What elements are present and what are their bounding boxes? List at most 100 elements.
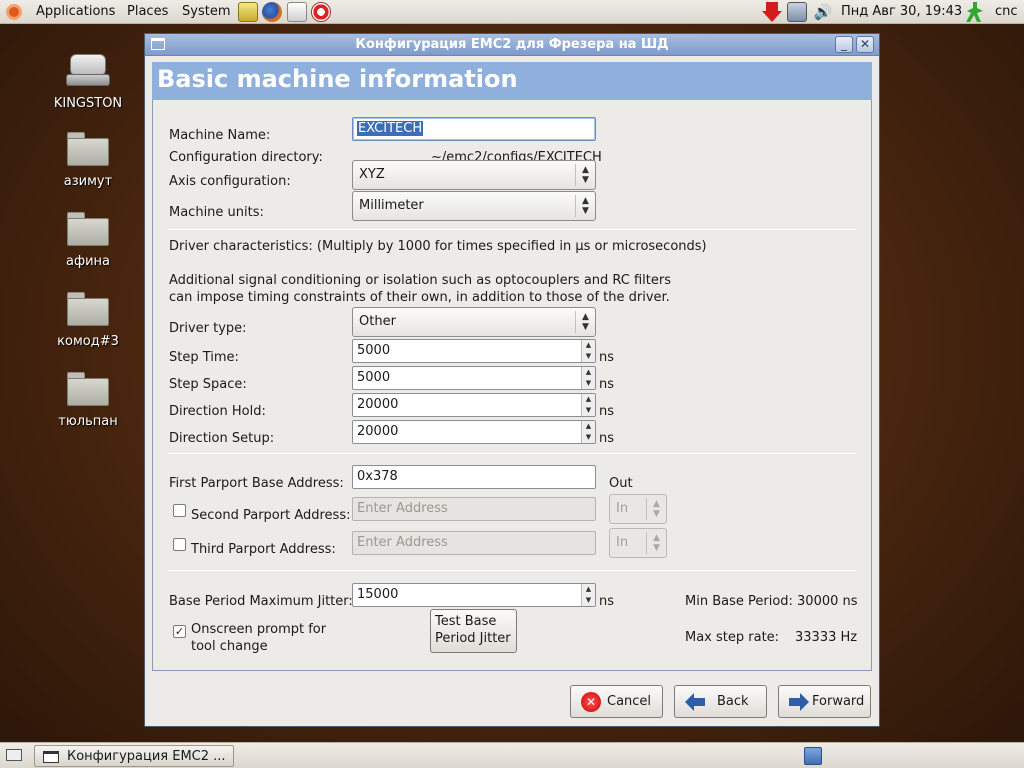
forward-arrow-icon xyxy=(789,693,809,711)
cancel-label: Cancel xyxy=(607,694,652,709)
desktop-icon-azimut[interactable]: азимут xyxy=(43,132,133,189)
user-switch-icon[interactable] xyxy=(966,2,983,22)
spin-arrows-icon[interactable]: ▲ ▼ xyxy=(581,421,595,443)
combo-arrows-icon: ▲ ▼ xyxy=(575,164,595,186)
user-name[interactable]: cnc xyxy=(995,4,1018,19)
config-dir-label: Configuration directory: xyxy=(169,150,323,165)
axis-config-combo[interactable]: XYZ ▲ ▼ xyxy=(352,160,596,190)
driver-type-value: Other xyxy=(359,314,396,329)
test-jitter-button[interactable]: Test Base Period Jitter xyxy=(430,609,517,653)
test-jitter-label-1: Test Base xyxy=(435,614,497,629)
spin-arrows-icon[interactable]: ▲ ▼ xyxy=(581,584,595,606)
onscreen-prompt-label-1: Onscreen prompt for xyxy=(191,622,327,637)
separator xyxy=(168,229,856,230)
jitter-spin[interactable]: 15000 ▲ ▼ xyxy=(352,583,596,607)
driver-type-combo[interactable]: Other ▲ ▼ xyxy=(352,307,596,337)
show-desktop-icon[interactable] xyxy=(6,749,22,761)
direction-hold-value: 20000 xyxy=(357,397,399,412)
network-icon[interactable] xyxy=(787,2,807,22)
minimize-button[interactable]: _ xyxy=(835,36,853,53)
close-button[interactable]: ✕ xyxy=(856,36,874,53)
desktop-icon-kingston[interactable]: KINGSTON xyxy=(43,54,133,111)
window-icon xyxy=(43,751,59,763)
forward-button[interactable]: Forward xyxy=(778,685,871,718)
parport3-label: Third Parport Address: xyxy=(191,542,336,557)
combo-arrows-icon: ▲ ▼ xyxy=(646,498,666,520)
direction-setup-value: 20000 xyxy=(357,424,399,439)
drive-icon xyxy=(66,54,110,88)
firefox-icon[interactable] xyxy=(262,2,282,22)
mail-icon[interactable] xyxy=(287,2,307,22)
desktop-icon-afina[interactable]: афина xyxy=(43,212,133,269)
direction-hold-spin[interactable]: 20000 ▲ ▼ xyxy=(352,393,596,417)
taskbar-window-label: Конфигурация EMC2 ... xyxy=(67,749,226,764)
min-base-period: Min Base Period: 30000 ns xyxy=(685,594,858,609)
unit-label: ns xyxy=(599,350,615,365)
places-menu[interactable]: Places xyxy=(127,4,168,19)
signal-note-line-2: can impose timing constraints of their o… xyxy=(169,290,670,305)
desktop-icon-komod[interactable]: комод#3 xyxy=(43,292,133,349)
folder-icon xyxy=(67,212,109,246)
driver-characteristics-text: Driver characteristics: (Multiply by 100… xyxy=(169,239,707,254)
machine-units-value: Millimeter xyxy=(359,198,424,213)
parport3-input[interactable]: Enter Address xyxy=(352,531,596,555)
bottom-panel: Конфигурация EMC2 ... xyxy=(0,742,1024,768)
content-panel: Machine Name: EXCITECH Configuration dir… xyxy=(152,100,872,671)
machine-name-label: Machine Name: xyxy=(169,128,271,143)
parport1-input[interactable]: 0x378 xyxy=(352,465,596,489)
parport2-direction-value: In xyxy=(616,501,629,516)
desktop-icon-label: KINGSTON xyxy=(53,96,123,111)
parport2-checkbox[interactable] xyxy=(173,504,186,517)
direction-setup-spin[interactable]: 20000 ▲ ▼ xyxy=(352,420,596,444)
taskbar-window-button[interactable]: Конфигурация EMC2 ... xyxy=(34,745,234,767)
unit-label: ns xyxy=(599,431,615,446)
update-notifier-icon[interactable] xyxy=(762,2,782,22)
desktop-icon-label: афина xyxy=(66,254,110,269)
emc2-config-window: Конфигурация EMC2 для Фрезера на ШД _ ✕ … xyxy=(144,33,880,727)
window-titlebar[interactable]: Конфигурация EMC2 для Фрезера на ШД _ ✕ xyxy=(145,34,879,56)
step-time-spin[interactable]: 5000 ▲ ▼ xyxy=(352,339,596,363)
desktop-icon-tyulpan[interactable]: тюльпан xyxy=(43,372,133,429)
desktop-icon-label: азимут xyxy=(63,174,113,189)
top-panel: Applications Places System 🔊 Пнд Авг 30,… xyxy=(0,0,1024,24)
combo-arrows-icon: ▲ ▼ xyxy=(575,311,595,333)
ubuntu-logo-icon[interactable] xyxy=(6,4,22,20)
machine-units-combo[interactable]: Millimeter ▲ ▼ xyxy=(352,191,596,221)
parport3-direction-combo[interactable]: In ▲ ▼ xyxy=(609,528,667,558)
parport3-placeholder: Enter Address xyxy=(357,535,448,550)
system-menu[interactable]: System xyxy=(182,4,230,19)
combo-arrows-icon: ▲ ▼ xyxy=(646,532,666,554)
desktop-icon-label: тюльпан xyxy=(58,414,118,429)
onscreen-prompt-checkbox[interactable]: ✓ xyxy=(173,625,186,638)
spin-arrows-icon[interactable]: ▲ ▼ xyxy=(581,367,595,389)
direction-hold-label: Direction Hold: xyxy=(169,404,266,419)
direction-setup-label: Direction Setup: xyxy=(169,431,275,446)
text-editor-launcher-icon[interactable] xyxy=(238,2,258,22)
driver-type-label: Driver type: xyxy=(169,321,247,336)
clock[interactable]: Пнд Авг 30, 19:43 xyxy=(841,4,962,19)
unit-label: ns xyxy=(599,404,615,419)
cancel-button[interactable]: ✕ Cancel xyxy=(570,685,663,718)
spin-arrows-icon[interactable]: ▲ ▼ xyxy=(581,340,595,362)
spin-arrows-icon[interactable]: ▲ ▼ xyxy=(581,394,595,416)
page-header: Basic machine information xyxy=(152,62,872,100)
back-button[interactable]: Back xyxy=(674,685,767,718)
folder-icon xyxy=(67,132,109,166)
step-time-label: Step Time: xyxy=(169,350,239,365)
help-lifebuoy-icon[interactable] xyxy=(311,2,331,22)
parport2-input[interactable]: Enter Address xyxy=(352,497,596,521)
step-space-label: Step Space: xyxy=(169,377,247,392)
jitter-value: 15000 xyxy=(357,587,399,602)
applications-menu[interactable]: Applications xyxy=(36,4,115,19)
parport2-direction-combo[interactable]: In ▲ ▼ xyxy=(609,494,667,524)
step-space-value: 5000 xyxy=(357,370,391,385)
parport3-checkbox[interactable] xyxy=(173,538,186,551)
separator xyxy=(168,453,856,454)
machine-name-input[interactable]: EXCITECH xyxy=(352,117,596,141)
workspace-switcher-icon[interactable] xyxy=(804,747,822,765)
check-icon: ✓ xyxy=(174,625,185,638)
parport1-value: 0x378 xyxy=(357,469,398,484)
machine-name-value: EXCITECH xyxy=(357,121,424,136)
volume-icon[interactable]: 🔊 xyxy=(813,2,833,22)
step-space-spin[interactable]: 5000 ▲ ▼ xyxy=(352,366,596,390)
